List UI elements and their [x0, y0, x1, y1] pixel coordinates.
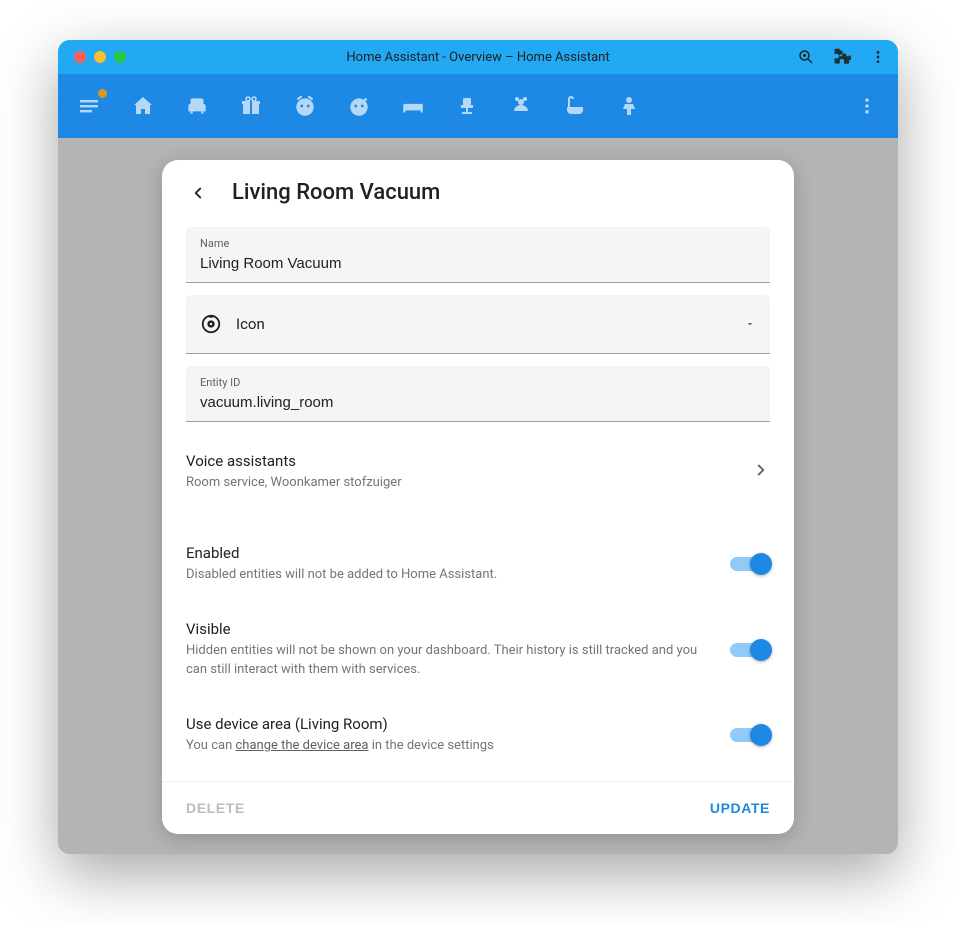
chair-icon[interactable] [454, 93, 480, 119]
face-2-icon[interactable] [346, 93, 372, 119]
window-controls [74, 51, 126, 63]
navbar [58, 74, 898, 138]
menu-icon[interactable] [76, 93, 102, 119]
enabled-row: Enabled Disabled entities will not be ad… [186, 526, 770, 602]
voice-title: Voice assistants [186, 452, 740, 470]
maximize-window-button[interactable] [114, 51, 126, 63]
update-button[interactable]: Update [710, 800, 770, 816]
bath-icon[interactable] [562, 93, 588, 119]
flower-icon[interactable] [508, 93, 534, 119]
device-area-toggle[interactable] [730, 724, 770, 746]
voice-assistants-row[interactable]: Voice assistants Room service, Woonkamer… [186, 434, 770, 510]
face-1-icon[interactable] [292, 93, 318, 119]
name-label: Name [200, 237, 756, 250]
name-input[interactable] [200, 255, 756, 272]
visible-subtitle: Hidden entities will not be shown on you… [186, 642, 718, 678]
voice-subtitle: Room service, Woonkamer stofzuiger [186, 474, 740, 492]
device-area-title: Use device area (Living Room) [186, 715, 718, 733]
chevron-down-icon [744, 315, 756, 334]
entity-id-label: Entity ID [200, 376, 756, 389]
sofa-icon[interactable] [184, 93, 210, 119]
visible-title: Visible [186, 620, 718, 638]
device-area-subtitle: You can change the device area in the de… [186, 737, 718, 755]
chevron-right-icon [752, 461, 770, 483]
delete-button[interactable]: Delete [186, 800, 245, 816]
titlebar: Home Assistant - Overview – Home Assista… [58, 40, 898, 74]
dialog-footer: Delete Update [162, 781, 794, 834]
vacuum-icon [200, 313, 222, 335]
app-window: Home Assistant - Overview – Home Assista… [58, 40, 898, 854]
person-icon[interactable] [616, 93, 642, 119]
icon-select[interactable]: Icon [186, 295, 770, 354]
visible-row: Visible Hidden entities will not be show… [186, 602, 770, 696]
window-title: Home Assistant - Overview – Home Assista… [58, 50, 898, 65]
enabled-title: Enabled [186, 544, 718, 562]
enabled-subtitle: Disabled entities will not be added to H… [186, 566, 718, 584]
home-icon[interactable] [130, 93, 156, 119]
enabled-toggle[interactable] [730, 553, 770, 575]
gift-icon[interactable] [238, 93, 264, 119]
entity-id-input[interactable] [200, 394, 756, 411]
name-field[interactable]: Name [186, 227, 770, 283]
entity-id-field[interactable]: Entity ID [186, 366, 770, 422]
puzzle-icon[interactable] [832, 47, 852, 67]
more-vert-icon[interactable] [868, 47, 888, 67]
minimize-window-button[interactable] [94, 51, 106, 63]
navbar-more-icon[interactable] [854, 93, 880, 119]
zoom-icon[interactable] [796, 47, 816, 67]
bed-icon[interactable] [400, 93, 426, 119]
device-area-row: Use device area (Living Room) You can ch… [186, 697, 770, 773]
entity-settings-dialog: Living Room Vacuum Name Icon [162, 160, 794, 834]
icon-select-label: Icon [236, 315, 265, 333]
close-window-button[interactable] [74, 51, 86, 63]
dialog-scrim: Living Room Vacuum Name Icon [58, 138, 898, 854]
back-button[interactable] [186, 181, 210, 205]
visible-toggle[interactable] [730, 639, 770, 661]
change-device-area-link[interactable]: change the device area [235, 738, 368, 753]
dialog-title: Living Room Vacuum [232, 180, 440, 205]
